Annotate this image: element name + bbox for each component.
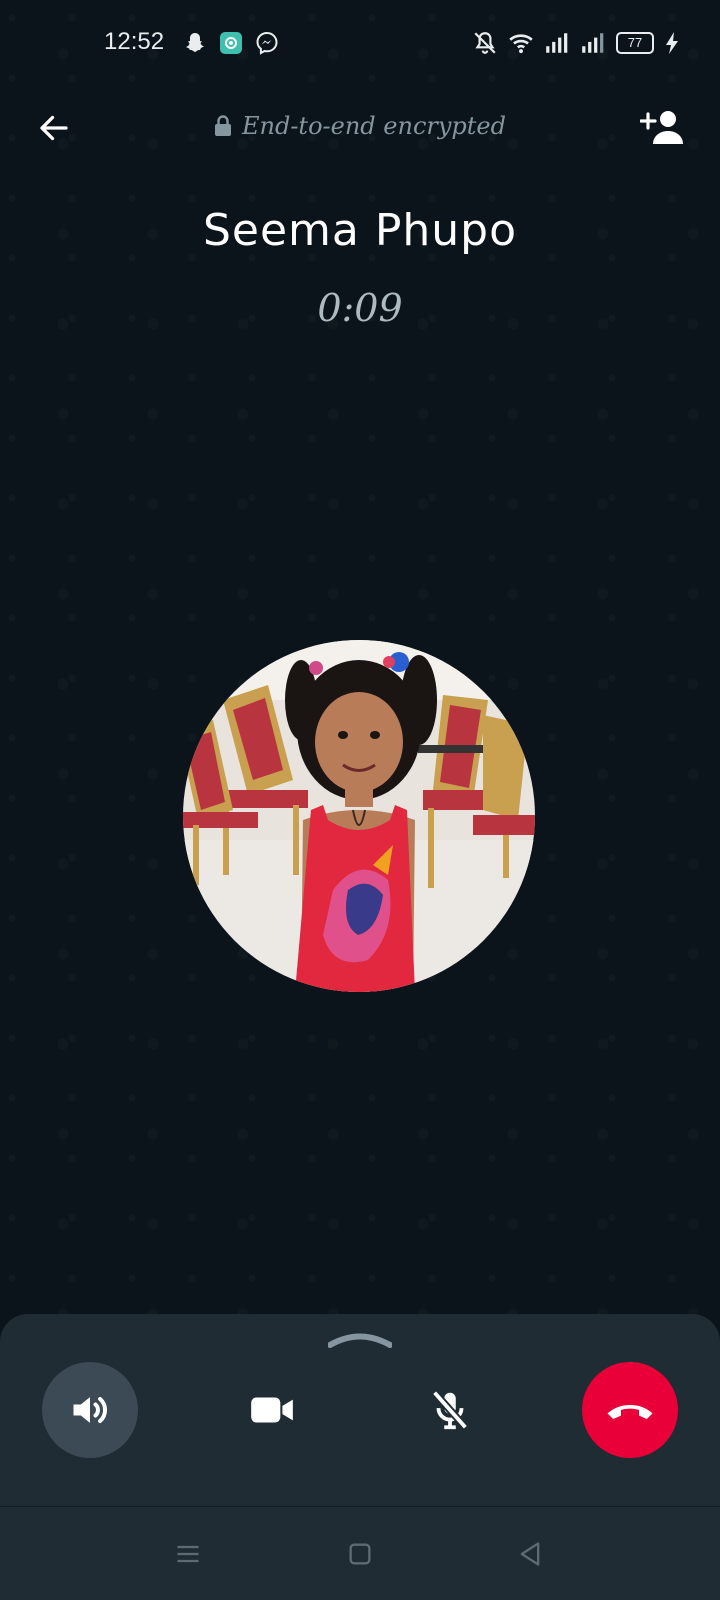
call-screen: 12:52 77 End-to-end encrypted Seema Phup… (0, 0, 720, 1600)
signal-icon (544, 30, 570, 56)
muted-bell-icon (472, 30, 498, 56)
wifi-icon (508, 30, 534, 56)
status-bar: 12:52 77 (0, 0, 720, 90)
add-person-icon (640, 111, 683, 144)
home-icon (349, 1543, 371, 1565)
chevron-up-icon (327, 1333, 393, 1348)
battery-icon: 77 (616, 32, 654, 54)
video-button[interactable] (224, 1362, 320, 1458)
speaker-button[interactable] (42, 1362, 138, 1458)
call-header: End-to-end encrypted (0, 100, 720, 156)
encryption-text: End-to-end encrypted (241, 112, 506, 140)
charging-icon (664, 30, 680, 56)
notification-icons (182, 30, 280, 56)
system-nav-bar (0, 1506, 720, 1600)
encryption-notice: End-to-end encrypted (0, 112, 720, 143)
nav-back-button[interactable] (505, 1529, 555, 1579)
end-call-button[interactable] (582, 1362, 678, 1458)
end-call-icon (607, 1404, 653, 1419)
system-icons: 77 (472, 30, 680, 56)
nav-menu-button[interactable] (163, 1529, 213, 1579)
avatar (183, 640, 535, 992)
mic-off-icon (431, 1390, 469, 1430)
add-participant-button[interactable] (636, 102, 690, 152)
call-controls-panel (0, 1314, 720, 1506)
nav-home-button[interactable] (335, 1529, 385, 1579)
signal-icon (580, 30, 606, 56)
speaker-icon (73, 1396, 108, 1424)
snapchat-icon (182, 30, 208, 56)
messenger-icon (254, 30, 280, 56)
caller-name: Seema Phupo (202, 205, 518, 256)
status-time: 12:52 (104, 28, 165, 55)
back-icon (520, 1542, 540, 1566)
expand-handle[interactable] (327, 1328, 393, 1350)
menu-icon (177, 1545, 199, 1563)
video-icon (251, 1397, 293, 1423)
contact-photo (183, 640, 535, 992)
app-icon (218, 30, 244, 56)
lock-icon (214, 115, 232, 143)
mute-button[interactable] (402, 1362, 498, 1458)
call-duration: 0:09 (317, 286, 403, 330)
